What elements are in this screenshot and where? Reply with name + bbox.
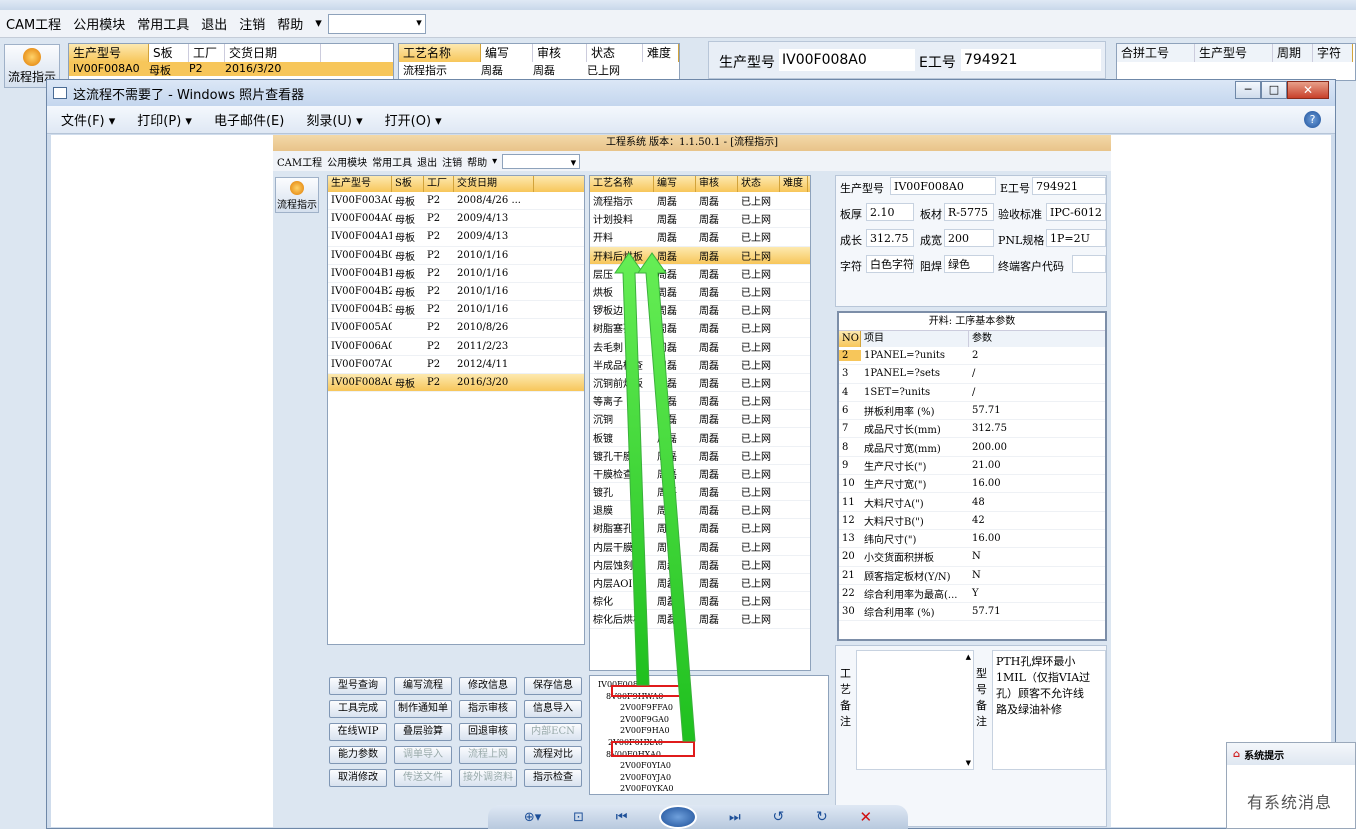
embedded-screenshot: 工程系统 版本：1.1.50.1 - [流程指示] CAM工程 公用模块 常用工…: [273, 135, 1111, 827]
next-icon[interactable]: ⏭: [729, 810, 741, 825]
bg-eno-field[interactable]: 794921: [961, 49, 1101, 71]
system-notification[interactable]: ⌂ 系统提示 有系统消息: [1226, 742, 1356, 829]
viewer-app-icon: [53, 87, 67, 99]
green-arrow-1: [614, 252, 650, 686]
rotate-right-icon[interactable]: ↻: [816, 809, 828, 825]
bg-col-model2[interactable]: 生产型号: [1195, 44, 1273, 62]
previous-icon[interactable]: ⏮: [616, 810, 628, 825]
bg-cell: 母板: [149, 64, 171, 77]
bg-cell: 流程指示: [403, 64, 447, 77]
bg-col-process[interactable]: 工艺名称: [399, 44, 481, 62]
bg-process-header: 工艺名称 编写 审核 状态 难度: [399, 44, 679, 62]
viewer-canvas: 工程系统 版本：1.1.50.1 - [流程指示] CAM工程 公用模块 常用工…: [51, 135, 1331, 827]
viewer-menu-email[interactable]: 电子邮件(E): [214, 110, 284, 129]
bg-col-factory[interactable]: 工厂: [189, 44, 225, 62]
bg-col-author[interactable]: 编写: [481, 44, 533, 62]
bg-process-table: 工艺名称 编写 审核 状态 难度 流程指示 周磊 周磊 已上网: [398, 43, 680, 83]
annotation-arrows: [614, 252, 696, 742]
bg-menu-tools[interactable]: 常用工具: [131, 14, 195, 33]
bg-menu-public[interactable]: 公用模块: [67, 14, 131, 33]
bg-col-char[interactable]: 字符: [1313, 44, 1353, 62]
bg-col-cycle[interactable]: 周期: [1273, 44, 1313, 62]
help-icon[interactable]: ?: [1304, 111, 1321, 128]
bg-col-status[interactable]: 状态: [587, 44, 643, 62]
bg-cell: P2: [189, 62, 203, 75]
viewer-menu-burn[interactable]: 刻录(U) ▾: [306, 110, 362, 129]
bg-model-label: 生产型号: [719, 55, 775, 71]
menu-label: 打印(P): [137, 114, 182, 129]
window-controls: ─ □ ✕: [1235, 81, 1329, 99]
bg-merge-table: 合拼工号 生产型号 周期 字符: [1116, 43, 1356, 81]
menu-label: 电子邮件(E): [213, 114, 285, 129]
notification-body: 有系统消息: [1247, 793, 1333, 812]
notification-header: ⌂ 系统提示: [1227, 743, 1355, 765]
bg-parts-table: 生产型号 S板 工厂 交货日期 IV00F008A0 母板 P2 2016/3/…: [68, 43, 394, 83]
menu-label: 文件(F): [61, 114, 105, 129]
bg-menu-help-arrow: ▾: [315, 16, 322, 31]
bg-menu-logout[interactable]: 注销: [233, 14, 271, 33]
bg-eno-label: E工号: [919, 55, 956, 71]
viewer-menu-file[interactable]: 文件(F) ▾: [61, 110, 115, 129]
bg-cell: 已上网: [587, 64, 620, 77]
bg-col-review[interactable]: 审核: [533, 44, 587, 62]
rotate-left-icon[interactable]: ↺: [772, 809, 784, 825]
zoom-icon[interactable]: ⊕▾: [524, 810, 541, 825]
bg-process-row[interactable]: 流程指示 周磊 周磊 已上网: [399, 62, 679, 77]
bg-col-model[interactable]: 生产型号: [69, 44, 149, 62]
bg-menu-bar: CAM工程 公用模块 常用工具 退出 注销 帮助 ▾: [0, 10, 1356, 38]
photo-viewer-window: 这流程不需要了 - Windows 照片查看器 ─ □ ✕ 文件(F) ▾ 打印…: [46, 79, 1336, 829]
bg-menu-help[interactable]: 帮助: [271, 14, 309, 33]
bg-parts-row[interactable]: IV00F008A0 母板 P2 2016/3/20: [69, 62, 393, 77]
viewer-nav-bar: ⊕▾ ⊡ ⏮ ⏭ ↺ ↻ ✕: [488, 805, 908, 829]
close-icon[interactable]: ✕: [1287, 81, 1329, 99]
viewer-menu-print[interactable]: 打印(P) ▾: [137, 110, 192, 129]
bg-col-difficulty[interactable]: 难度: [643, 44, 679, 62]
delete-icon[interactable]: ✕: [859, 808, 872, 826]
viewer-toolbar: 文件(F) ▾ 打印(P) ▾ 电子邮件(E) 刻录(U) ▾ 打开(O) ▾ …: [47, 106, 1335, 134]
flow-icon: [23, 48, 41, 66]
bg-col-merge[interactable]: 合拼工号: [1117, 44, 1195, 62]
fit-icon[interactable]: ⊡: [573, 810, 584, 825]
bg-col-date[interactable]: 交货日期: [225, 44, 321, 62]
notification-title: 系统提示: [1244, 750, 1285, 762]
bg-cell: 2016/3/20: [225, 62, 282, 75]
bg-combo[interactable]: [327, 13, 426, 34]
bg-cell: 周磊: [481, 64, 503, 77]
bg-parts-header: 生产型号 S板 工厂 交货日期: [69, 44, 393, 62]
viewer-title: 这流程不需要了 - Windows 照片查看器: [73, 87, 305, 103]
home-icon: ⌂: [1233, 748, 1241, 760]
maximize-icon[interactable]: □: [1261, 81, 1287, 99]
bg-menu-cam[interactable]: CAM工程: [0, 14, 67, 33]
viewer-menu-open[interactable]: 打开(O) ▾: [385, 110, 442, 129]
bg-menu-exit[interactable]: 退出: [195, 14, 233, 33]
slideshow-icon[interactable]: [659, 805, 698, 829]
bg-title-bar: [0, 0, 1356, 10]
bg-model-field[interactable]: IV00F008A0: [779, 49, 915, 71]
bg-merge-header: 合拼工号 生产型号 周期 字符: [1117, 44, 1355, 62]
viewer-title-bar: 这流程不需要了 - Windows 照片查看器 ─ □ ✕: [47, 80, 1335, 106]
minimize-icon[interactable]: ─: [1235, 81, 1261, 99]
bg-cell: 周磊: [533, 64, 555, 77]
bg-cell: IV00F008A0: [73, 62, 140, 75]
menu-label: 打开(O): [384, 114, 432, 129]
menu-label: 刻录(U): [306, 114, 352, 129]
bg-info-panel: 生产型号 IV00F008A0 E工号 794921: [708, 41, 1106, 79]
bg-col-sboard[interactable]: S板: [149, 44, 189, 62]
